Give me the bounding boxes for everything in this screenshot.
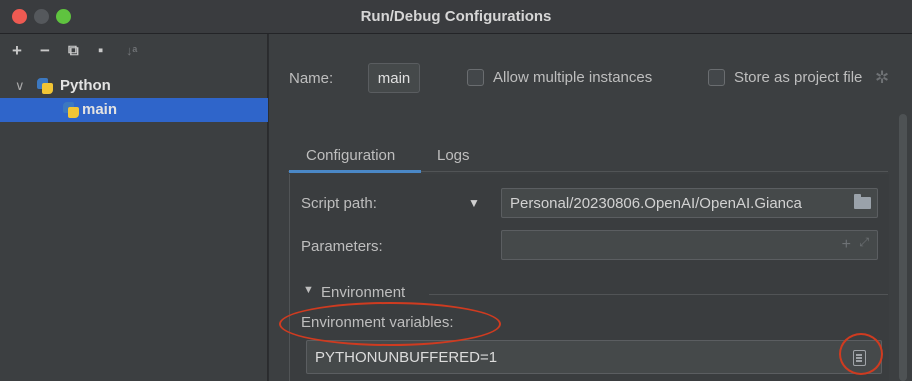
allow-multiple-checkbox[interactable] [467,69,484,86]
copy-icon[interactable]: ⧉ [68,42,79,60]
python-file-icon [63,102,79,118]
expand-icon[interactable]: ⤢ [859,235,869,250]
chevron-down-icon[interactable]: ∨ [15,78,25,94]
env-vars-input[interactable]: PYTHONUNBUFFERED=1 [306,340,882,374]
configurations-sidebar: + − ⧉ ▪ ↓ᵃ ∨ Python main [0,34,268,381]
move-to-folder-icon[interactable]: ▪ [98,42,103,60]
environment-section-label[interactable]: Environment [321,284,405,301]
tab-logs[interactable]: Logs [437,147,470,164]
add-icon[interactable]: + [12,42,22,60]
tree-item-label: Python [60,77,111,94]
env-vars-label: Environment variables: [301,314,454,331]
configuration-editor: Name: main Allow multiple instances Stor… [269,34,912,381]
tab-configuration[interactable]: Configuration [306,147,395,164]
title-bar: Run/Debug Configurations [0,0,912,34]
remove-icon[interactable]: − [40,42,50,60]
active-tab-indicator [289,170,421,173]
folder-icon[interactable] [854,194,871,209]
name-label: Name: [289,70,334,87]
script-type-dropdown-icon[interactable]: ▼ [468,196,480,210]
script-path-value: Personal/20230806.OpenAI/OpenAI.Gianca [510,195,802,212]
script-path-label: Script path: [301,195,377,212]
chevron-down-icon[interactable]: ▼ [303,284,314,296]
parameters-label: Parameters: [301,238,383,255]
allow-multiple-label[interactable]: Allow multiple instances [493,69,652,86]
python-icon [37,78,53,94]
tree-item-label: main [82,101,118,118]
store-project-label[interactable]: Store as project file [734,69,862,86]
tree-item-main[interactable]: main [0,98,268,122]
edit-env-vars-icon[interactable] [853,350,866,366]
name-input[interactable]: main [368,63,420,93]
sort-icon[interactable]: ↓ᵃ [126,42,137,60]
scrollbar[interactable] [899,114,907,381]
store-project-checkbox[interactable] [708,69,725,86]
script-path-input[interactable]: Personal/20230806.OpenAI/OpenAI.Gianca [501,188,878,218]
add-macro-icon[interactable]: + [842,236,851,254]
env-vars-value: PYTHONUNBUFFERED=1 [315,349,498,366]
tree-item-python[interactable]: ∨ Python [0,74,268,98]
gear-icon[interactable]: ✲ [875,68,889,88]
parameters-input[interactable]: + ⤢ [501,230,878,260]
section-divider [429,294,888,295]
window-title: Run/Debug Configurations [360,8,552,25]
